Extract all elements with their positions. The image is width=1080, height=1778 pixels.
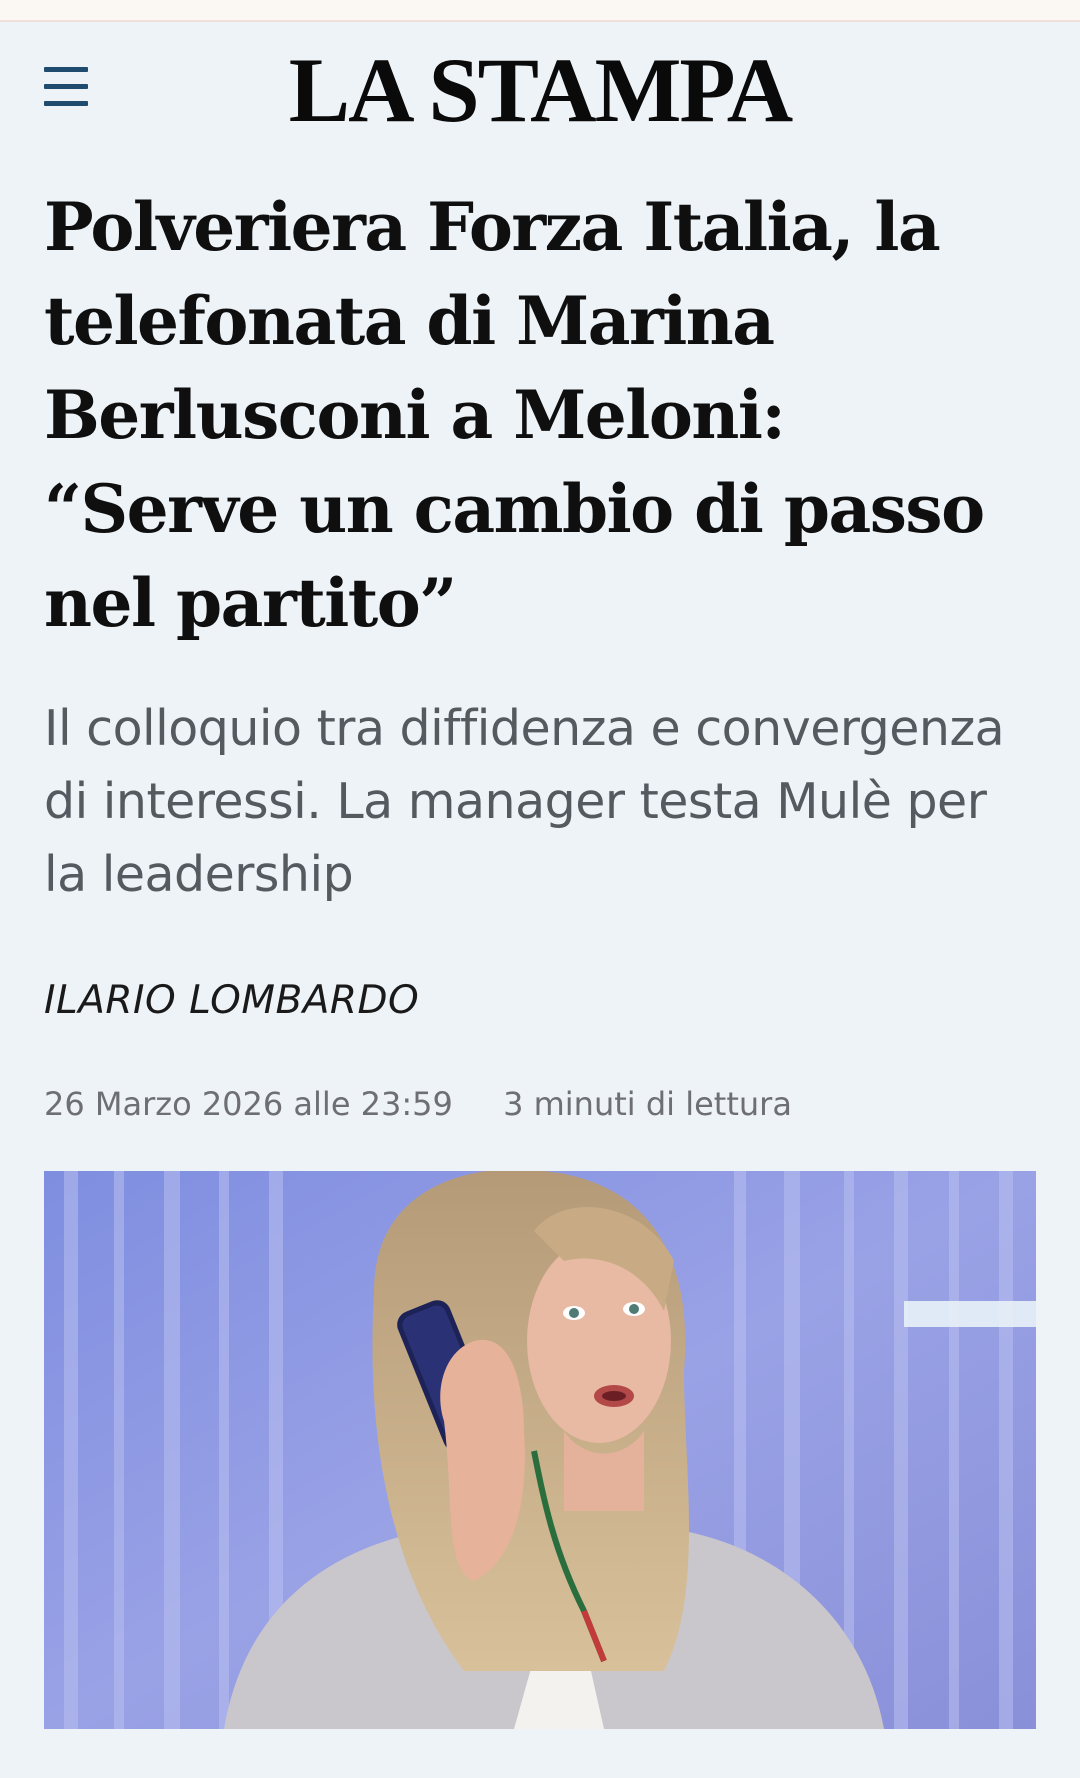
article-meta: 26 Marzo 2026 alle 23:59 3 minuti di let… <box>44 1080 792 1128</box>
article-subtitle: Il colloquio tra diffidenza e convergenz… <box>44 700 1005 903</box>
browser-top-strip <box>0 0 1080 22</box>
hero-image[interactable] <box>44 1171 1036 1729</box>
publish-date: 26 Marzo 2026 alle 23:59 <box>44 1085 453 1123</box>
article-headline: Polveriera Forza Italia, la telefonata d… <box>44 188 985 642</box>
site-header: LA STAMPA <box>0 22 1080 152</box>
reading-time: 3 minuti di lettura <box>503 1085 792 1123</box>
article-author[interactable]: ILARIO LOMBARDO <box>44 973 419 1029</box>
hero-photo-illustration <box>44 1171 1036 1729</box>
site-logo[interactable]: LA STAMPA <box>0 40 1080 140</box>
